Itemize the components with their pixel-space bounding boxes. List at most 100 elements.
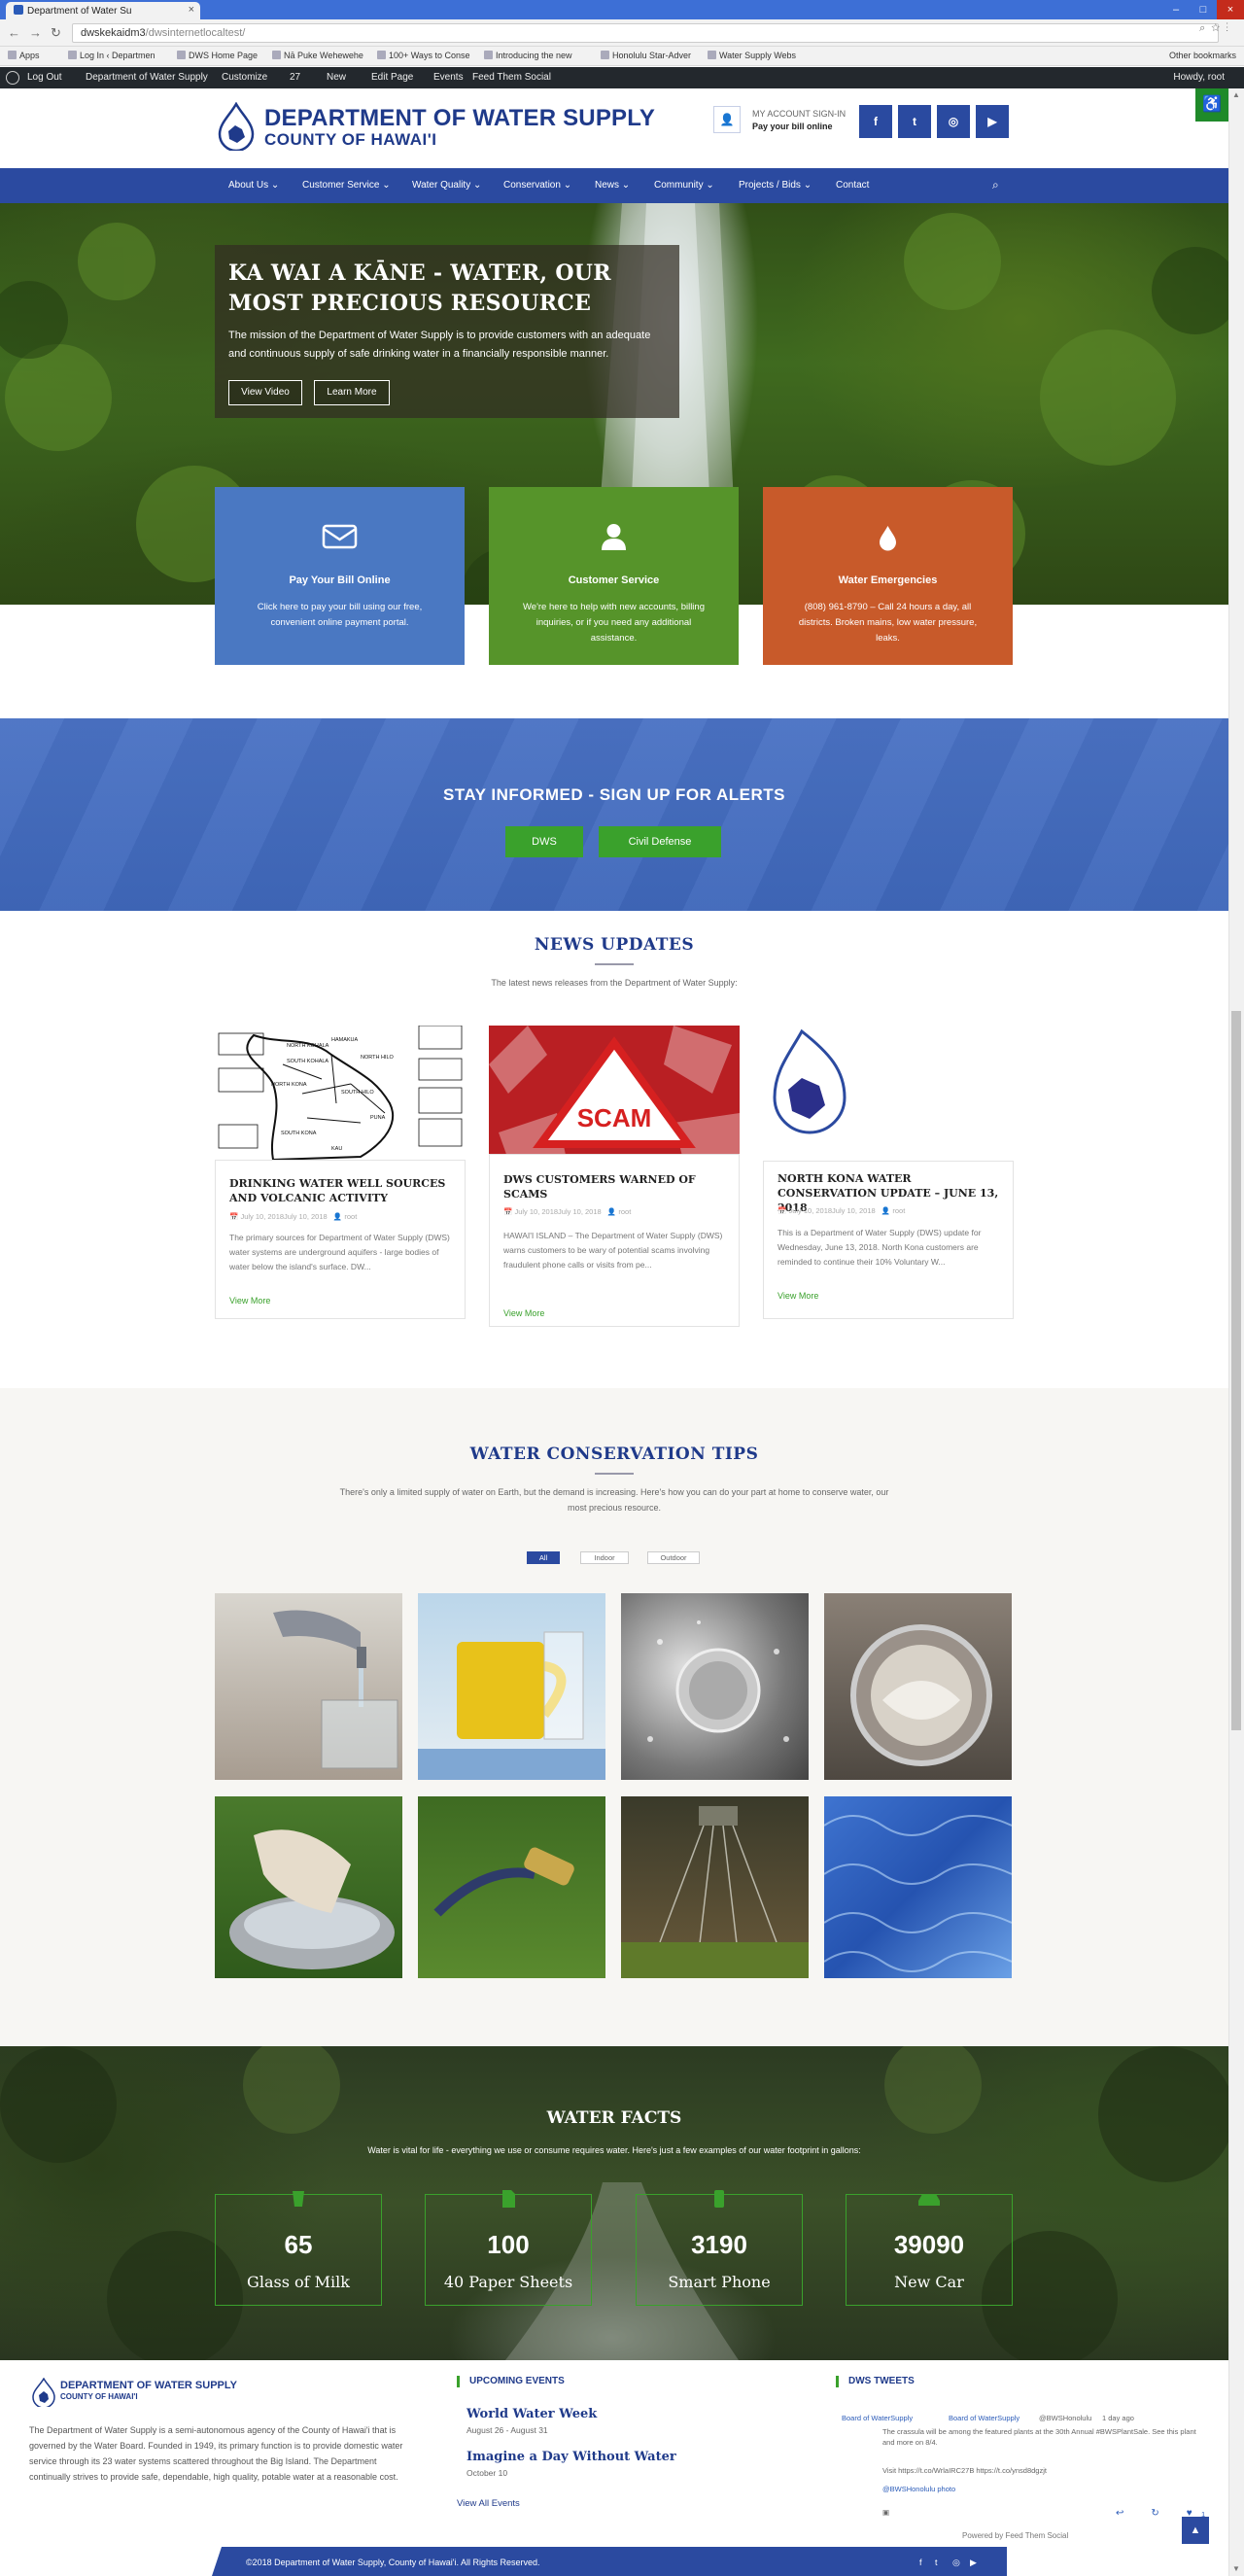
- wordpress-icon[interactable]: [6, 71, 19, 85]
- nav-conservation[interactable]: Conservation ⌄: [503, 180, 571, 191]
- dws-alerts-button[interactable]: DWS: [505, 826, 583, 857]
- events-link[interactable]: Events: [433, 72, 464, 83]
- tweet-text-line3[interactable]: Visit https://t.co/WrlaIRC27B https://t.…: [882, 2466, 1047, 2475]
- omnibox-icons[interactable]: ⌕☆⋮: [1199, 22, 1234, 35]
- tweet-time: 1 day ago: [1102, 2414, 1134, 2422]
- wp-admin-bar: Log Out Department of Water Supply Custo…: [0, 67, 1244, 88]
- bookmark-nupuke[interactable]: Nā Puke Wehewehe: [272, 51, 363, 60]
- powered-by-feed[interactable]: Powered by Feed Them Social: [962, 2531, 1068, 2540]
- tweet-handle[interactable]: @BWSHonolulu: [1039, 2414, 1091, 2422]
- learn-more-button[interactable]: Learn More: [314, 380, 390, 405]
- nav-about-us[interactable]: About Us ⌄: [228, 180, 279, 191]
- log-out-link[interactable]: Log Out: [27, 72, 62, 83]
- feed-social-link[interactable]: Feed Them Social: [472, 72, 551, 83]
- customer-service-box[interactable]: Customer Service We're here to help with…: [489, 487, 739, 665]
- tip-shower-image[interactable]: [621, 1593, 809, 1780]
- url-input[interactable]: dwskekaidm3/dwsinternetlocaltest/: [72, 23, 1219, 43]
- event-title-world-water-week[interactable]: World Water Week: [466, 2407, 597, 2421]
- news-more-volcanic[interactable]: View More: [229, 1296, 270, 1305]
- tip-faucet-image[interactable]: [215, 1593, 402, 1780]
- tweet-avatar-alt[interactable]: Board of WaterSupply: [842, 2414, 913, 2422]
- news-image-logo[interactable]: [763, 1026, 1014, 1160]
- nav-community[interactable]: Community ⌄: [654, 180, 714, 191]
- maximize-icon[interactable]: □: [1190, 0, 1217, 19]
- youtube-icon[interactable]: ▶: [976, 105, 1009, 138]
- other-bookmarks[interactable]: Other bookmarks: [1169, 51, 1236, 60]
- comments-link[interactable]: 27: [290, 72, 300, 83]
- howdy-user[interactable]: Howdy, root: [1173, 72, 1225, 83]
- news-more-scams[interactable]: View More: [503, 1308, 544, 1318]
- instagram-icon[interactable]: ◎: [937, 105, 970, 138]
- bookmark-star-advertiser[interactable]: Honolulu Star-Adver: [601, 51, 691, 60]
- nav-projects-bids[interactable]: Projects / Bids ⌄: [739, 180, 812, 191]
- scroll-up-icon[interactable]: ▲: [1232, 90, 1240, 99]
- pay-bill-box[interactable]: Pay Your Bill Online Click here to pay y…: [215, 487, 465, 665]
- accessibility-icon[interactable]: ♿: [1195, 88, 1228, 122]
- view-video-button[interactable]: View Video: [228, 380, 302, 405]
- nav-customer-service[interactable]: Customer Service ⌄: [302, 180, 391, 191]
- facebook-icon[interactable]: f: [859, 105, 892, 138]
- minimize-icon[interactable]: –: [1162, 0, 1190, 19]
- filter-all-button[interactable]: All: [527, 1551, 560, 1564]
- news-card-kona: NORTH KONA WATER CONSERVATION UPDATE – J…: [763, 1161, 1014, 1319]
- tweet-media-icon[interactable]: ▣: [882, 2508, 889, 2517]
- dws-tweets-heading: DWS TWEETS: [836, 2376, 915, 2387]
- scrollbar-thumb[interactable]: [1231, 1011, 1241, 1730]
- footer-facebook-icon[interactable]: f: [919, 2558, 922, 2567]
- news-image-scam[interactable]: SCAM: [489, 1026, 740, 1160]
- tip-pool-image[interactable]: [824, 1796, 1012, 1978]
- tip-dog-bowl-image[interactable]: [215, 1796, 402, 1978]
- nav-news[interactable]: News ⌄: [595, 180, 630, 191]
- tip-watering-can-image[interactable]: [621, 1796, 809, 1978]
- twitter-icon[interactable]: t: [898, 105, 931, 138]
- tip-hose-image[interactable]: [418, 1796, 605, 1978]
- back-icon[interactable]: ←: [8, 25, 20, 40]
- search-icon[interactable]: ⌕: [992, 178, 999, 192]
- browser-tab[interactable]: Department of Water Su ×: [6, 2, 200, 19]
- close-window-icon[interactable]: ×: [1217, 0, 1244, 19]
- scroll-down-icon[interactable]: ▼: [1232, 2564, 1240, 2573]
- bookmark-apps[interactable]: Apps: [8, 51, 40, 60]
- site-title[interactable]: DEPARTMENT OF WATER SUPPLY: [264, 105, 655, 132]
- news-image-map[interactable]: NORTH KOHALA SOUTH KOHALA HAMAKUA NORTH …: [215, 1026, 466, 1160]
- glass-icon: [293, 2191, 304, 2207]
- news-more-kona[interactable]: View More: [778, 1291, 818, 1301]
- nav-water-quality[interactable]: Water Quality ⌄: [412, 180, 481, 191]
- dws-logo-icon[interactable]: [216, 102, 257, 151]
- new-link[interactable]: New: [327, 72, 346, 83]
- bookmark-water-supply[interactable]: Water Supply Webs: [708, 51, 796, 60]
- reload-icon[interactable]: ↻: [51, 25, 61, 41]
- customize-link[interactable]: Customize: [222, 72, 267, 83]
- forward-icon[interactable]: →: [29, 25, 42, 40]
- back-to-top-button[interactable]: ▲: [1182, 2517, 1209, 2544]
- account-sign-in-label[interactable]: MY ACCOUNT SIGN-IN: [752, 109, 846, 119]
- edit-page-link[interactable]: Edit Page: [371, 72, 413, 83]
- watering-spray-illustration: [621, 1806, 809, 1978]
- footer-twitter-icon[interactable]: t: [935, 2558, 938, 2567]
- filter-outdoor-button[interactable]: Outdoor: [647, 1551, 700, 1564]
- footer-logo-icon[interactable]: [31, 2378, 56, 2407]
- water-emergencies-box[interactable]: Water Emergencies (808) 961-8790 – Call …: [763, 487, 1013, 665]
- bookmark-100-ways[interactable]: 100+ Ways to Conse: [377, 51, 469, 60]
- news-title-volcanic[interactable]: DRINKING WATER WELL SOURCES AND VOLCANIC…: [229, 1176, 453, 1205]
- event-title-imagine-a-day[interactable]: Imagine a Day Without Water: [466, 2450, 676, 2464]
- bookmark-dws-home[interactable]: DWS Home Page: [177, 51, 258, 60]
- filter-indoor-button[interactable]: Indoor: [580, 1551, 629, 1564]
- bookmark-introducing[interactable]: Introducing the new: [484, 51, 572, 60]
- footer-youtube-icon[interactable]: ▶: [970, 2558, 977, 2568]
- site-name-link[interactable]: Department of Water Supply: [86, 72, 208, 83]
- tweet-photo-alt[interactable]: @BWSHonolulu photo: [882, 2485, 955, 2493]
- footer-instagram-icon[interactable]: ◎: [952, 2558, 960, 2568]
- bookmark-login[interactable]: Log In ‹ Departmen: [68, 51, 156, 60]
- account-user-icon[interactable]: 👤: [713, 106, 741, 133]
- tip-mug-image[interactable]: [418, 1593, 605, 1780]
- tweet-author-name[interactable]: Board of WaterSupply: [949, 2414, 1019, 2422]
- civil-defense-button[interactable]: Civil Defense: [599, 826, 721, 857]
- tweet-text-line1: The crassula will be among the featured …: [882, 2427, 1196, 2436]
- view-all-events-link[interactable]: View All Events: [457, 2498, 520, 2509]
- tab-close-icon[interactable]: ×: [189, 4, 194, 16]
- nav-contact[interactable]: Contact: [836, 180, 869, 191]
- tip-washer-image[interactable]: [824, 1593, 1012, 1780]
- news-title-scams[interactable]: DWS CUSTOMERS WARNED OF SCAMS: [503, 1172, 727, 1201]
- pay-bill-link[interactable]: Pay your bill online: [752, 122, 833, 131]
